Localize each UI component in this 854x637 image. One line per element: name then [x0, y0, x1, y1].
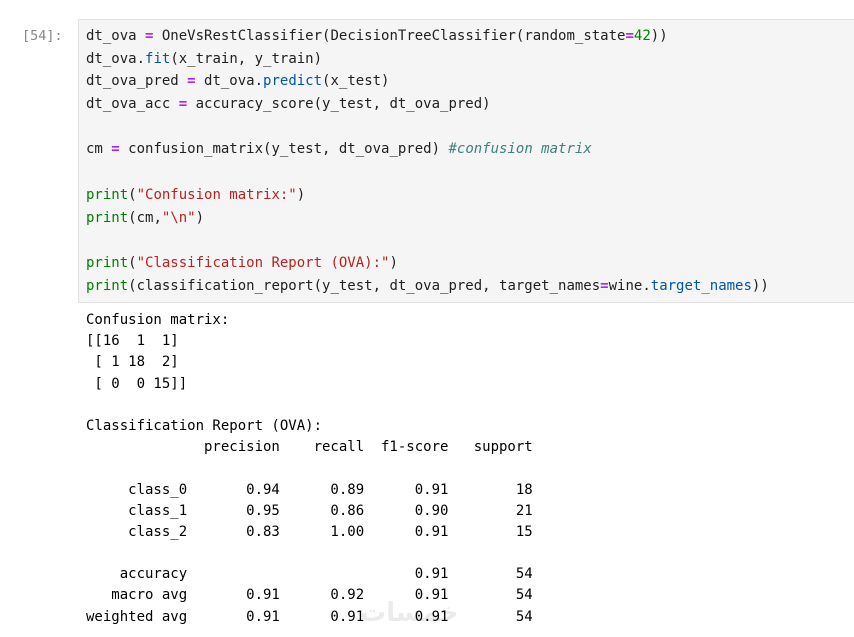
code-token: (classification_report(y_test, dt_ova_pr… — [128, 277, 601, 294]
code-line: dt_ova.fit(x_train, y_train) — [86, 48, 769, 71]
output-line: Classification Report (OVA): — [86, 417, 323, 434]
code-line: cm = confusion_matrix(y_test, dt_ova_pre… — [86, 138, 769, 161]
output-line: class_1 0.95 0.86 0.90 21 — [86, 502, 533, 519]
output-line: accuracy 0.91 54 — [86, 566, 533, 583]
code-token: dt_ova. — [195, 73, 264, 90]
code-token: #confusion matrix — [448, 141, 592, 158]
code-line: print("Classification Report (OVA):") — [86, 252, 769, 275]
code-line: print("Confusion matrix:") — [86, 184, 769, 207]
code-token: fit — [145, 50, 171, 67]
code-token: ) — [296, 186, 306, 203]
code-token: accuracy_score(y_test, dt_ova_pred) — [187, 96, 491, 113]
output-line: Confusion matrix: — [86, 312, 230, 328]
code-token: print — [86, 277, 129, 294]
code-token: print — [86, 186, 129, 203]
code-token: = — [625, 28, 634, 44]
code-token: cm — [86, 141, 112, 158]
output-line: precision recall f1-score support — [86, 439, 533, 456]
code-token: ) — [389, 254, 398, 271]
code-token: )) — [650, 28, 668, 44]
code-token: (cm, — [128, 209, 162, 226]
code-token: = — [187, 73, 196, 90]
code-token: dt_ova_acc — [86, 96, 179, 113]
code-token: dt_ova_pred — [86, 73, 188, 90]
code-token: ( — [128, 254, 137, 271]
code-line: dt_ova_acc = accuracy_score(y_test, dt_o… — [86, 93, 769, 116]
code-token: )) — [751, 277, 769, 294]
code-token: "Confusion matrix:" — [136, 186, 297, 203]
output-line: [[16 1 1] — [86, 333, 179, 350]
output-line: [ 1 18 2] — [86, 354, 179, 371]
output-line: macro avg 0.91 0.92 0.91 54 — [86, 587, 533, 604]
code-token: "\n" — [161, 209, 196, 226]
code-token: = — [600, 277, 609, 294]
code-token: ( — [128, 186, 137, 203]
output-line: class_0 0.94 0.89 0.91 18 — [86, 481, 533, 498]
code-token: (x_test) — [322, 73, 390, 90]
code-token: OneVsRestClassifier(DecisionTreeClassifi… — [153, 28, 626, 44]
code-line: dt_ova = OneVsRestClassifier(DecisionTre… — [86, 25, 769, 48]
output-line: weighted avg 0.91 0.91 0.91 54 — [86, 608, 533, 625]
code-token: predict — [263, 73, 323, 90]
code-token: print — [86, 209, 129, 226]
code-token: "Classification Report (OVA):" — [136, 254, 390, 271]
output-line: [ 0 0 15]] — [86, 375, 188, 392]
code-token: print — [86, 254, 129, 271]
code-token: dt_ova — [86, 28, 146, 44]
code-line: print(classification_report(y_test, dt_o… — [86, 275, 769, 298]
cell-prompt: [54]: — [22, 28, 63, 44]
code-token: = — [178, 96, 188, 113]
code-token: wine. — [608, 277, 651, 294]
watermark-logo: خمسات — [360, 598, 459, 628]
code-token: target_names — [650, 277, 752, 294]
output-line: class_2 0.83 1.00 0.91 15 — [86, 523, 533, 540]
code-editor[interactable]: dt_ova = OneVsRestClassifier(DecisionTre… — [86, 25, 769, 297]
cell-output: Confusion matrix: [[16 1 1] [ 1 18 2] [ 0… — [86, 310, 533, 628]
code-line: dt_ova_pred = dt_ova.predict(x_test) — [86, 70, 769, 93]
code-token: 42 — [633, 28, 651, 44]
code-token: = — [111, 141, 120, 158]
code-token: confusion_matrix(y_test, dt_ova_pred) — [119, 141, 449, 158]
code-token: ) — [195, 209, 205, 226]
code-token: dt_ova. — [86, 50, 146, 67]
code-line: print(cm,"\n") — [86, 207, 769, 230]
code-token: (x_train, y_train) — [170, 50, 323, 67]
